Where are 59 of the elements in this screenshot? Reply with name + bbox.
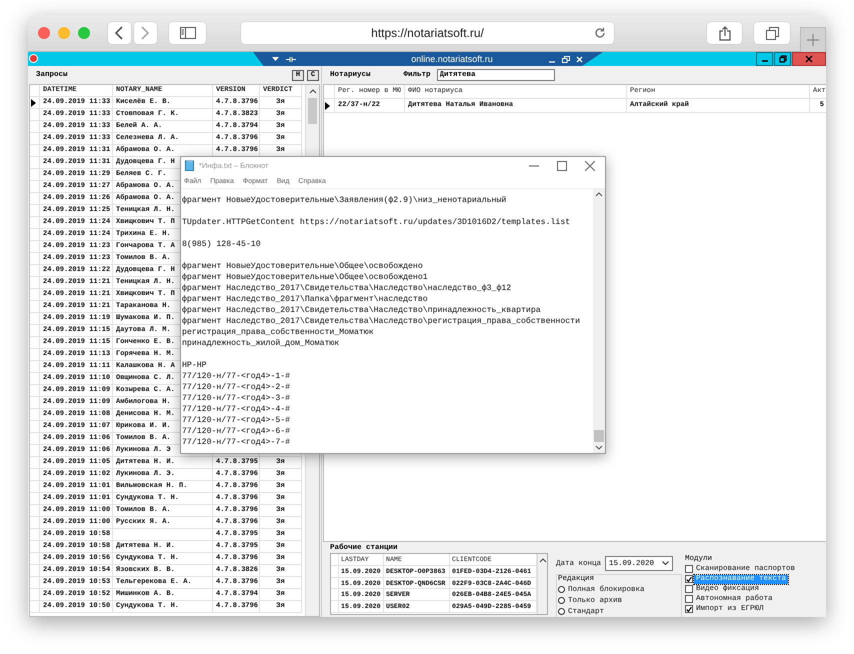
text-line: 77/120-н/77-<год4>-7-# — [182, 437, 290, 448]
text-line: регистрация_права_собственности_Моматюк — [182, 327, 374, 338]
text-line: 77/120-н/77-<год4>-6-# — [182, 426, 290, 437]
scroll-up-icon[interactable] — [538, 557, 546, 563]
radio-button[interactable] — [558, 597, 565, 604]
checkbox[interactable] — [685, 595, 693, 603]
caret-icon — [662, 561, 670, 566]
scroll-down-icon[interactable] — [595, 445, 603, 450]
tabs-icon — [766, 26, 779, 40]
address-field[interactable]: https://notariatsoft.ru/ — [241, 22, 614, 44]
close-button[interactable] — [792, 52, 826, 66]
text-line: фрагмент НовыеУдостоверительные\Заявления(ф2.9)\низ_ненотариальный — [182, 195, 506, 206]
row-marker-icon — [31, 98, 36, 106]
text-line: НР-НР — [182, 360, 207, 371]
scrollbar-thumb[interactable] — [594, 430, 604, 442]
sidebar-icon — [180, 27, 196, 39]
share-icon — [718, 26, 731, 40]
checkbox[interactable] — [685, 585, 693, 593]
text-line: фрагмент Наследство_2017\Свидетельства\Наследство\принадлежность_квартира — [182, 305, 541, 316]
text-line: 77/120-н/77-<год4>-2-# — [182, 382, 290, 393]
radio-button[interactable] — [558, 608, 565, 615]
scrollbar-thumb[interactable] — [308, 98, 317, 124]
app-title: online.notariatsoft.ru — [410, 54, 494, 64]
checkbox[interactable] — [685, 565, 693, 573]
maximize-icon[interactable] — [557, 160, 567, 170]
text-line: TUpdater.HTTPGetContent https://notariatsoft.ru/updates/3D1016D2/templates.list — [182, 217, 570, 228]
reload-icon[interactable] — [594, 27, 606, 39]
scroll-up-icon[interactable] — [595, 192, 603, 197]
minimize-button[interactable] — [756, 52, 773, 66]
tabs-button[interactable] — [754, 22, 790, 44]
restore-icon — [778, 55, 786, 63]
back-button[interactable] — [108, 22, 131, 44]
checkbox[interactable] — [685, 605, 693, 613]
notepad-icon — [185, 160, 195, 171]
row-marker-icon — [325, 102, 330, 110]
share-button[interactable] — [706, 22, 742, 44]
text-line: 8(985) 128-45-10 — [182, 239, 261, 250]
restore-icon[interactable] — [562, 56, 570, 62]
plus-icon — [807, 34, 820, 46]
text-line: фрагмент Наследство_2017\Свидетельства\Наследство\наследство_ф3_ф12 — [182, 283, 512, 294]
close-icon — [805, 55, 813, 63]
app-icon — [29, 54, 38, 63]
text-line: принадлежность_жилой_дом_Моматюк — [182, 338, 340, 349]
chevron-left-icon — [115, 26, 124, 40]
text-line: 77/120-н/77-<год4>-5-# — [182, 415, 290, 426]
text-line: фрагмент Наследство_2017\Папка\фрагмент\наследство — [182, 294, 428, 305]
restore-button[interactable] — [774, 52, 791, 66]
checkbox[interactable] — [685, 575, 693, 583]
text-line: фрагмент НовыеУдостоверительные\Общее\освобождено — [182, 261, 423, 272]
text-line: 77/120-н/77-<год4>-1-# — [182, 371, 290, 382]
scroll-up-icon[interactable] — [308, 88, 316, 94]
text-line: 77/120-н/77-<год4>-3-# — [182, 393, 290, 404]
text-line: 77/120-н/77-<год4>-4-# — [182, 404, 290, 415]
close-icon[interactable] — [585, 160, 595, 170]
radio-button[interactable] — [558, 586, 565, 593]
text-line: фрагмент НовыеУдостоверительные\Общее\освобождено1 — [182, 272, 428, 283]
chevron-right-icon — [141, 26, 150, 40]
sidebar-button[interactable] — [168, 22, 206, 44]
text-line: фрагмент Наследство_2017\Свидетельства\Наследство\регистрация_права_собственности — [182, 316, 580, 327]
